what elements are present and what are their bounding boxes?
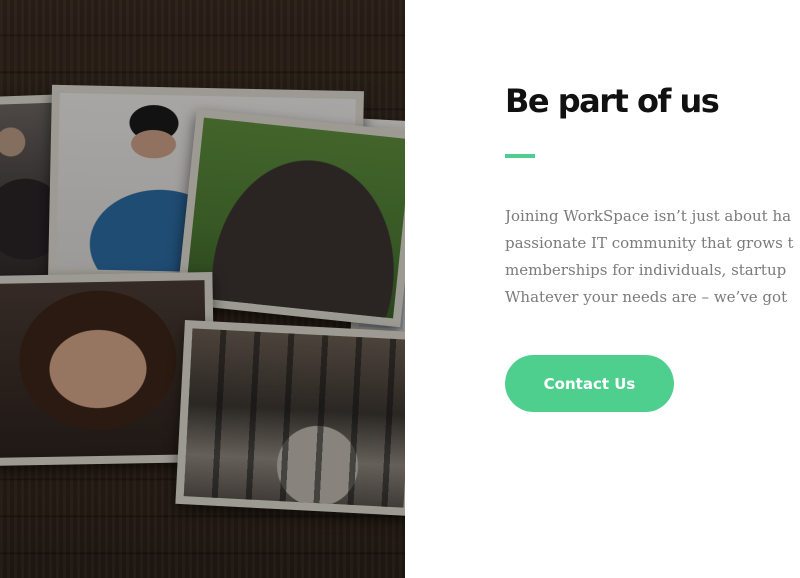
description-line: Whatever your needs are – we’ve got xyxy=(505,288,788,306)
section-title: Be part of us xyxy=(505,82,720,120)
photo-collage xyxy=(0,0,405,578)
contact-us-button[interactable]: Contact Us xyxy=(505,355,674,412)
join-section: Be part of us Joining WorkSpace isn’t ju… xyxy=(505,0,800,578)
title-accent-divider xyxy=(505,154,535,158)
description-line: passionate IT community that grows t xyxy=(505,234,794,252)
section-description: Joining WorkSpace isn’t just about ha pa… xyxy=(505,203,800,311)
collage-dark-overlay xyxy=(0,0,405,578)
description-line: Joining WorkSpace isn’t just about ha xyxy=(505,207,792,225)
description-line: memberships for individuals, startup xyxy=(505,261,787,279)
